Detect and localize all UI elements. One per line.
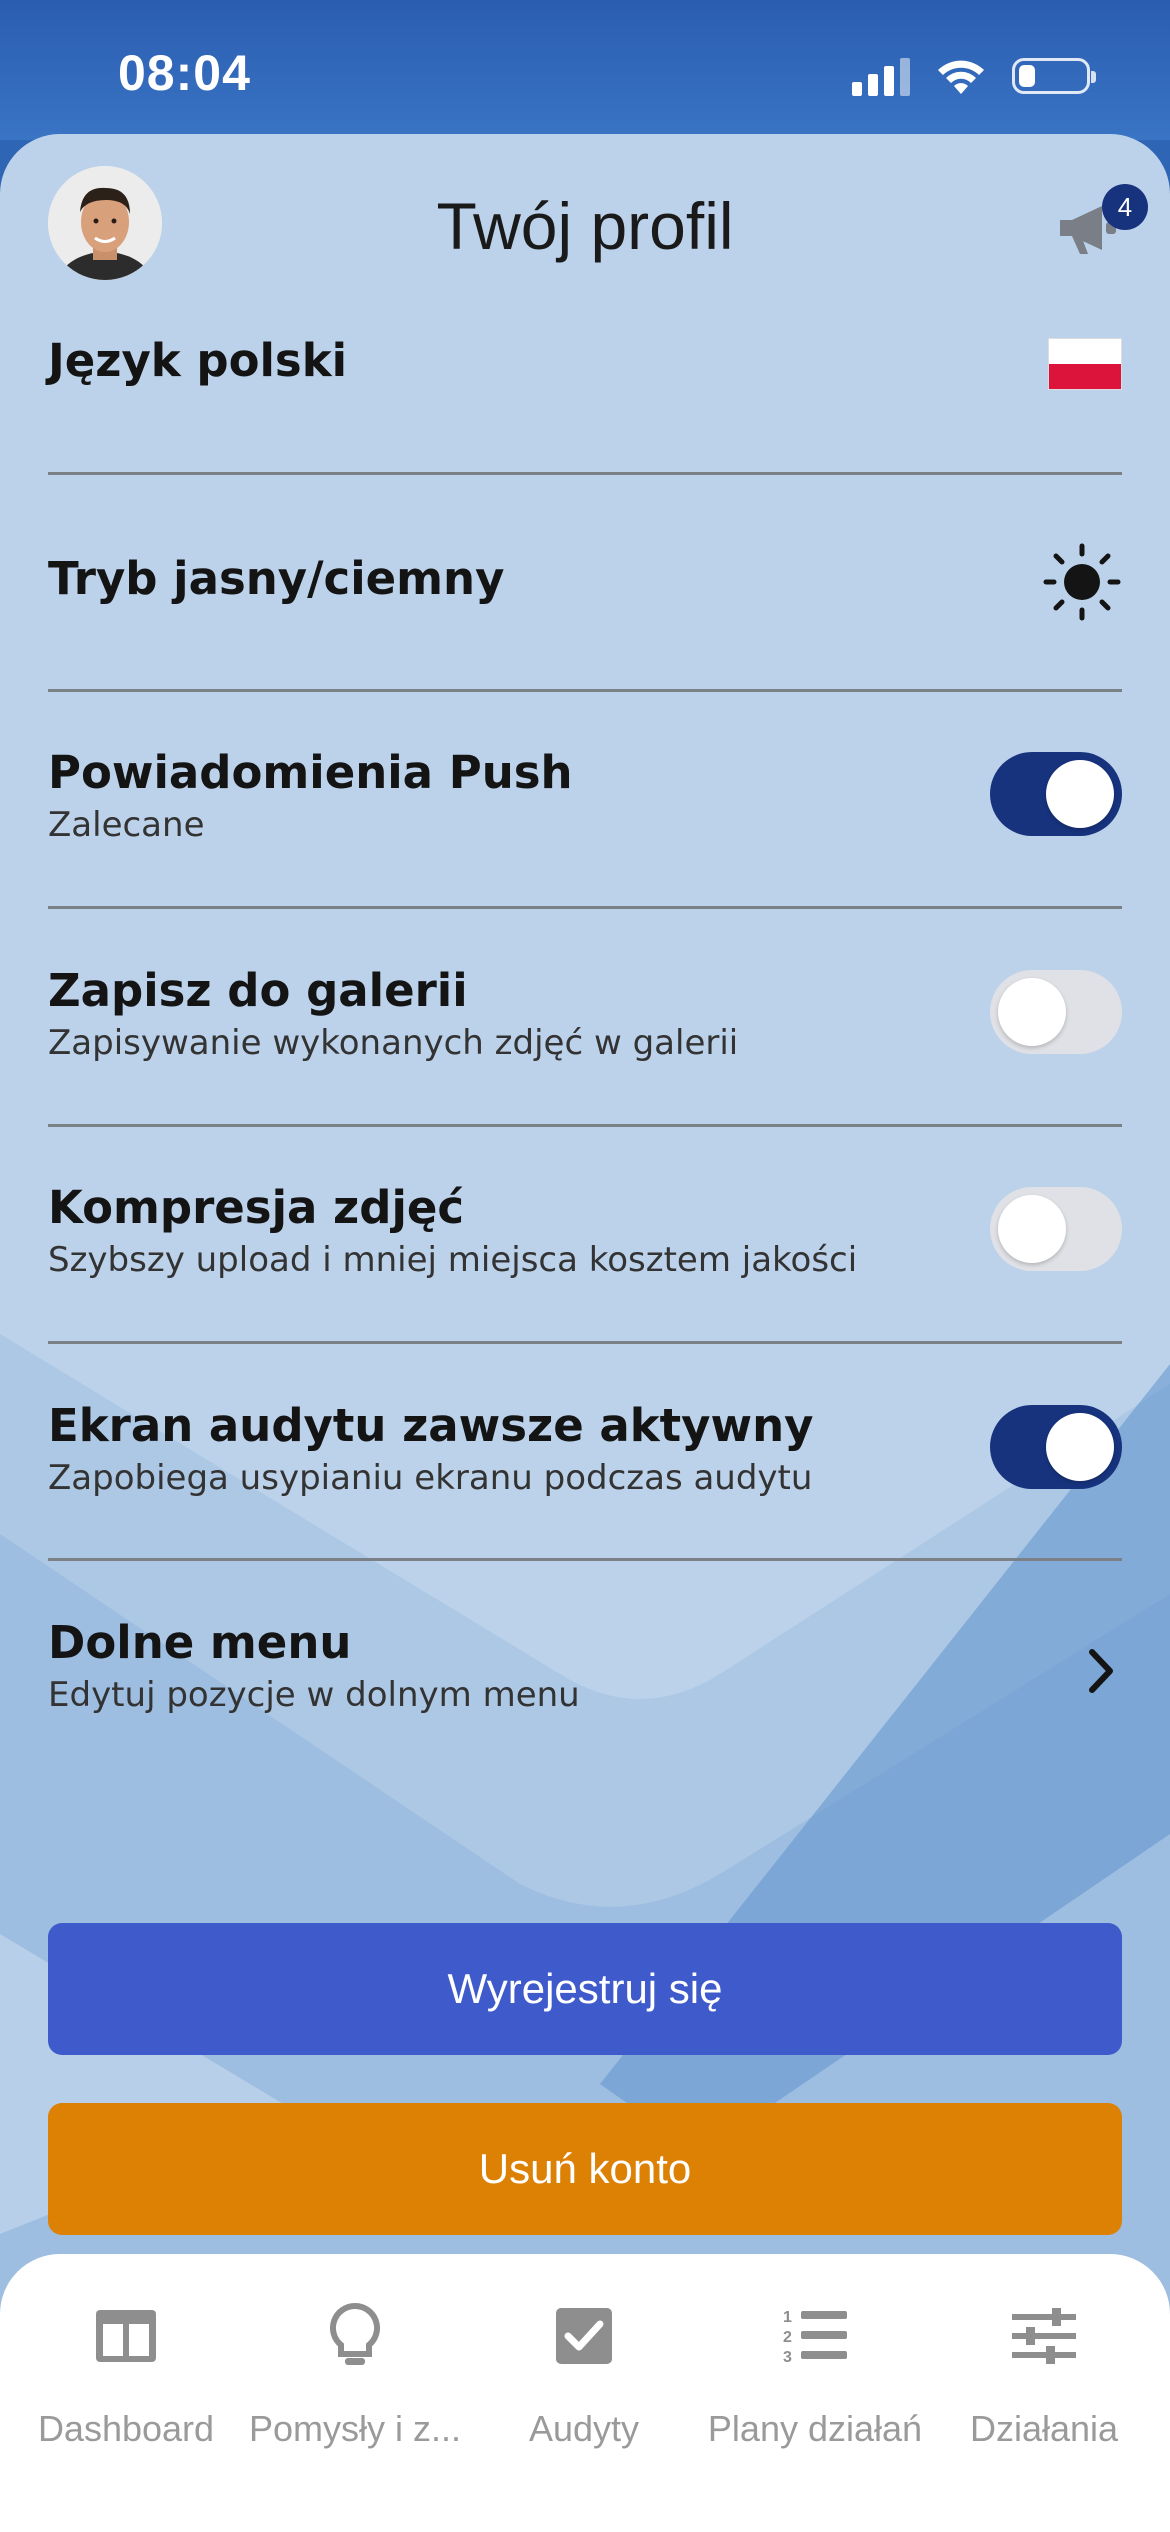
theme-title: Tryb jasny/ciemny — [48, 552, 505, 605]
sun-icon[interactable] — [1042, 542, 1122, 622]
svg-text:2: 2 — [783, 2329, 792, 2346]
tab-dashboard[interactable]: Dashboard — [26, 2300, 226, 2450]
status-bar: 08:04 — [0, 0, 1170, 140]
divider — [48, 1124, 1122, 1127]
bottom-menu-setting[interactable]: Dolne menu Edytuj pozycje w dolnym menu — [48, 1616, 1122, 1746]
language-title: Język polski — [48, 334, 348, 387]
bottom-menu-subtitle: Edytuj pozycje w dolnym menu — [48, 1675, 580, 1715]
gallery-toggle[interactable] — [990, 970, 1122, 1054]
push-title: Powiadomienia Push — [48, 746, 573, 799]
tab-label: Audyty — [528, 2408, 640, 2449]
compression-setting: Kompresja zdjęć Szybszy upload i mniej m… — [48, 1181, 1122, 1311]
gallery-title: Zapisz do galerii — [48, 964, 468, 1017]
divider — [48, 472, 1122, 475]
screen-on-setting: Ekran audytu zawsze aktywny Zapobiega us… — [48, 1399, 1122, 1529]
delete-account-button[interactable]: Usuń konto — [48, 2103, 1122, 2235]
checkbox-icon — [556, 2308, 612, 2364]
bottom-menu-title: Dolne menu — [48, 1616, 352, 1669]
compression-subtitle: Szybszy upload i mniej miejsca kosztem j… — [48, 1240, 858, 1280]
divider — [48, 1341, 1122, 1344]
tab-label: Pomysły i z... — [248, 2408, 462, 2449]
push-toggle[interactable] — [990, 752, 1122, 836]
gallery-setting: Zapisz do galerii Zapisywanie wykonanych… — [48, 964, 1122, 1094]
tab-action-plans[interactable]: 1 2 3 Plany działań — [700, 2300, 930, 2450]
divider — [48, 689, 1122, 692]
profile-sheet: Twój profil 4 Język polski Tryb jasny/ci… — [0, 134, 1170, 2532]
screen-on-toggle[interactable] — [990, 1405, 1122, 1489]
lightbulb-icon — [329, 2302, 381, 2365]
chevron-right-icon — [1089, 1649, 1113, 1693]
battery-icon — [1012, 58, 1096, 94]
wifi-icon — [938, 60, 984, 94]
notification-badge: 4 — [1102, 184, 1148, 230]
status-icons — [852, 56, 1096, 96]
language-setting[interactable]: Język polski — [48, 334, 1122, 404]
tab-label: Działania — [969, 2408, 1119, 2449]
tab-actions[interactable]: Działania — [944, 2300, 1144, 2450]
compression-toggle[interactable] — [990, 1187, 1122, 1271]
svg-text:1: 1 — [783, 2309, 792, 2326]
compression-title: Kompresja zdjęć — [48, 1181, 465, 1234]
polish-flag-icon — [1048, 338, 1122, 390]
gallery-subtitle: Zapisywanie wykonanych zdjęć w galerii — [48, 1023, 739, 1063]
push-subtitle: Zalecane — [48, 805, 205, 845]
logout-button[interactable]: Wyrejestruj się — [48, 1923, 1122, 2055]
tab-label: Plany działań — [707, 2408, 923, 2449]
screen-on-subtitle: Zapobiega usypianiu ekranu podczas audyt… — [48, 1458, 813, 1498]
push-setting: Powiadomienia Push Zalecane — [48, 746, 1122, 876]
theme-setting[interactable]: Tryb jasny/ciemny — [48, 543, 1122, 622]
tab-audits[interactable]: Audyty — [484, 2300, 684, 2450]
screen-on-title: Ekran audytu zawsze aktywny — [48, 1399, 814, 1452]
tab-label: Dashboard — [37, 2408, 215, 2449]
svg-text:3: 3 — [783, 2349, 792, 2366]
divider — [48, 906, 1122, 909]
page-title: Twój profil — [436, 189, 734, 263]
divider — [48, 1558, 1122, 1561]
sliders-icon — [1012, 2308, 1076, 2364]
cellular-signal-icon — [852, 56, 910, 96]
bottom-tab-bar: Dashboard Pomysły i z... Audyty 1 2 3 Pl… — [0, 2254, 1170, 2532]
tab-ideas[interactable]: Pomysły i z... — [240, 2300, 470, 2450]
status-time: 08:04 — [118, 45, 251, 101]
header: Twój profil 4 — [0, 134, 1170, 334]
dashboard-icon — [96, 2310, 156, 2362]
numbered-list-icon: 1 2 3 — [783, 2309, 847, 2366]
